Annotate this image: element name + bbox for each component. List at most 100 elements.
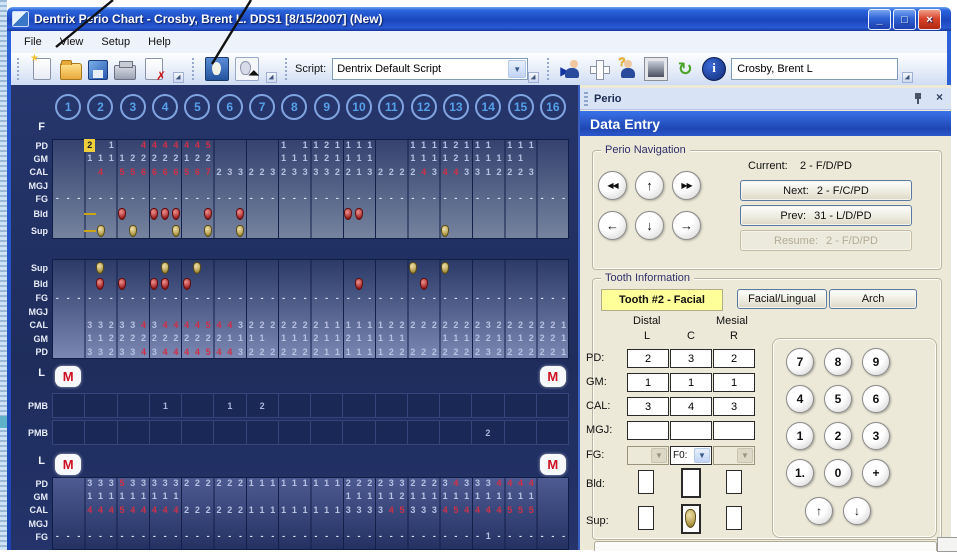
chart-cell-tooth-14[interactable]: 11 (472, 139, 504, 152)
chart-cell-tooth-11[interactable]: 345 (375, 503, 407, 517)
chart-cell-tooth-12[interactable]: 222 (407, 477, 439, 490)
chart-cell-tooth-8[interactable]: 222 (278, 318, 310, 332)
bld-distal-checkbox[interactable] (638, 470, 654, 494)
chart-cell-tooth-9[interactable]: 332 (311, 165, 343, 179)
chart-cell-tooth-2[interactable]: 112 (84, 332, 116, 345)
chart-cell-tooth-16[interactable] (537, 179, 569, 192)
chart-cell-tooth-5[interactable]: 567 (181, 165, 213, 179)
pmb-cell-tooth-1[interactable] (52, 393, 85, 418)
chart-cell-tooth-6[interactable] (214, 139, 246, 152)
pmb-cell-tooth-2[interactable] (85, 420, 117, 445)
chart-cell-tooth-6[interactable]: 222 (214, 503, 246, 517)
chart-cell-tooth-10[interactable] (343, 276, 375, 291)
chart-cell-tooth-15[interactable]: --- (504, 192, 536, 205)
sup-center-checkbox[interactable] (681, 504, 701, 534)
open-icon[interactable] (60, 63, 82, 80)
chart-cell-tooth-14[interactable] (472, 305, 504, 318)
chart-cell-tooth-8[interactable] (278, 305, 310, 318)
chart-cell-tooth-1[interactable] (52, 179, 84, 192)
chart-cell-tooth-13[interactable]: 454 (440, 503, 472, 517)
chart-cell-tooth-3[interactable]: 111 (117, 490, 149, 503)
chart-cell-tooth-10[interactable] (343, 179, 375, 192)
chart-cell-tooth-1[interactable]: --- (52, 291, 84, 305)
keypad-9[interactable]: 9 (862, 348, 890, 376)
pd-mesial-input[interactable] (713, 349, 755, 368)
chart-cell-tooth-4[interactable]: --- (149, 291, 181, 305)
chevron-down-icon[interactable]: ▼ (694, 448, 710, 463)
chart-cell-tooth-7[interactable] (246, 139, 278, 152)
chart-cell-tooth-1[interactable]: --- (52, 192, 84, 205)
chart-cell-tooth-8[interactable]: 111 (278, 152, 310, 165)
chart-cell-tooth-11[interactable] (375, 152, 407, 165)
chart-cell-tooth-8[interactable]: 111 (278, 503, 310, 517)
chart-cell-tooth-13[interactable]: 111 (440, 332, 472, 345)
chart-cell-tooth-15[interactable]: 555 (504, 503, 536, 517)
chart-cell-tooth-8[interactable]: --- (278, 291, 310, 305)
chart-cell-tooth-5[interactable] (181, 517, 213, 530)
chart-cell-tooth-11[interactable]: --- (375, 192, 407, 205)
chart-cell-tooth-10[interactable] (343, 517, 375, 530)
toolbar-overflow-button[interactable] (528, 72, 539, 83)
chart-cell-tooth-14[interactable]: 111 (472, 490, 504, 503)
cal-distal-input[interactable] (627, 397, 669, 416)
pmb-cell-tooth-7[interactable]: 2 (247, 393, 279, 418)
chart-cell-tooth-7[interactable]: 111 (246, 477, 278, 490)
chart-cell-tooth-16[interactable] (537, 503, 569, 517)
chart-cell-tooth-16[interactable] (537, 477, 569, 490)
chart-cell-tooth-4[interactable]: 444 (149, 139, 181, 152)
chart-cell-tooth-13[interactable] (440, 276, 472, 291)
chart-cell-tooth-16[interactable]: --- (537, 291, 569, 305)
chart-cell-tooth-3[interactable] (117, 205, 149, 222)
pmb-cell-tooth-1[interactable] (52, 420, 85, 445)
chart-cell-tooth-2[interactable] (84, 222, 116, 239)
chart-cell-tooth-14[interactable] (472, 222, 504, 239)
chart-cell-tooth-12[interactable]: 222 (407, 345, 439, 359)
chart-cell-tooth-9[interactable]: --- (311, 192, 343, 205)
chart-cell-tooth-10[interactable]: --- (343, 192, 375, 205)
pmb-cell-tooth-2[interactable] (85, 393, 117, 418)
chart-cell-tooth-3[interactable]: 122 (117, 152, 149, 165)
chart-cell-tooth-4[interactable] (149, 179, 181, 192)
menu-setup[interactable]: Setup (92, 33, 139, 51)
chart-cell-tooth-5[interactable] (181, 179, 213, 192)
chart-cell-tooth-5[interactable] (181, 259, 213, 276)
chart-cell-tooth-1[interactable] (52, 305, 84, 318)
next-tooth-button[interactable]: ▶▶ (672, 171, 701, 200)
chart-cell-tooth-11[interactable]: 222 (375, 165, 407, 179)
tooth-number-10[interactable]: 10 (346, 94, 372, 120)
chart-cell-tooth-9[interactable]: --- (311, 530, 343, 543)
keypad-4[interactable]: 4 (786, 385, 814, 413)
chart-cell-tooth-9[interactable] (311, 305, 343, 318)
pmb-cell-tooth-12[interactable] (408, 420, 440, 445)
chart-cell-tooth-2[interactable] (84, 179, 116, 192)
chart-cell-tooth-7[interactable] (246, 490, 278, 503)
chart-cell-tooth-3[interactable]: 556 (117, 165, 149, 179)
chart-cell-tooth-8[interactable] (278, 490, 310, 503)
panel-grip[interactable] (584, 92, 588, 106)
chart-cell-tooth-12[interactable]: 243 (407, 165, 439, 179)
pmb-cell-tooth-7[interactable] (247, 420, 279, 445)
facial-lingual-button[interactable]: Facial/Lingual (737, 289, 827, 309)
chart-cell-tooth-6[interactable] (214, 305, 246, 318)
pmb-cell-tooth-3[interactable] (118, 420, 150, 445)
chart-cell-tooth-16[interactable] (537, 276, 569, 291)
chart-cell-tooth-1[interactable]: --- (52, 530, 84, 543)
chart-cell-tooth-12[interactable]: --- (407, 530, 439, 543)
chart-cell-tooth-6[interactable]: --- (214, 192, 246, 205)
pmb-cell-tooth-4[interactable] (150, 420, 182, 445)
chart-cell-tooth-6[interactable] (214, 179, 246, 192)
chart-cell-tooth-7[interactable]: --- (246, 530, 278, 543)
chart-cell-tooth-8[interactable]: 233 (278, 165, 310, 179)
chart-cell-tooth-11[interactable] (375, 259, 407, 276)
chart-cell-tooth-16[interactable] (537, 222, 569, 239)
chart-cell-tooth-14[interactable]: 334 (472, 477, 504, 490)
bld-mesial-checkbox[interactable] (726, 470, 742, 494)
gm-center-input[interactable] (670, 373, 712, 392)
patient-name-box[interactable]: Crosby, Brent L (731, 58, 898, 80)
tooth-number-16[interactable]: 16 (540, 94, 566, 120)
chart-cell-tooth-1[interactable] (52, 139, 84, 152)
chart-cell-tooth-7[interactable]: 223 (246, 165, 278, 179)
chart-cell-tooth-11[interactable] (375, 205, 407, 222)
chart-cell-tooth-14[interactable]: -1- (472, 530, 504, 543)
chart-cell-tooth-13[interactable]: 121 (440, 152, 472, 165)
